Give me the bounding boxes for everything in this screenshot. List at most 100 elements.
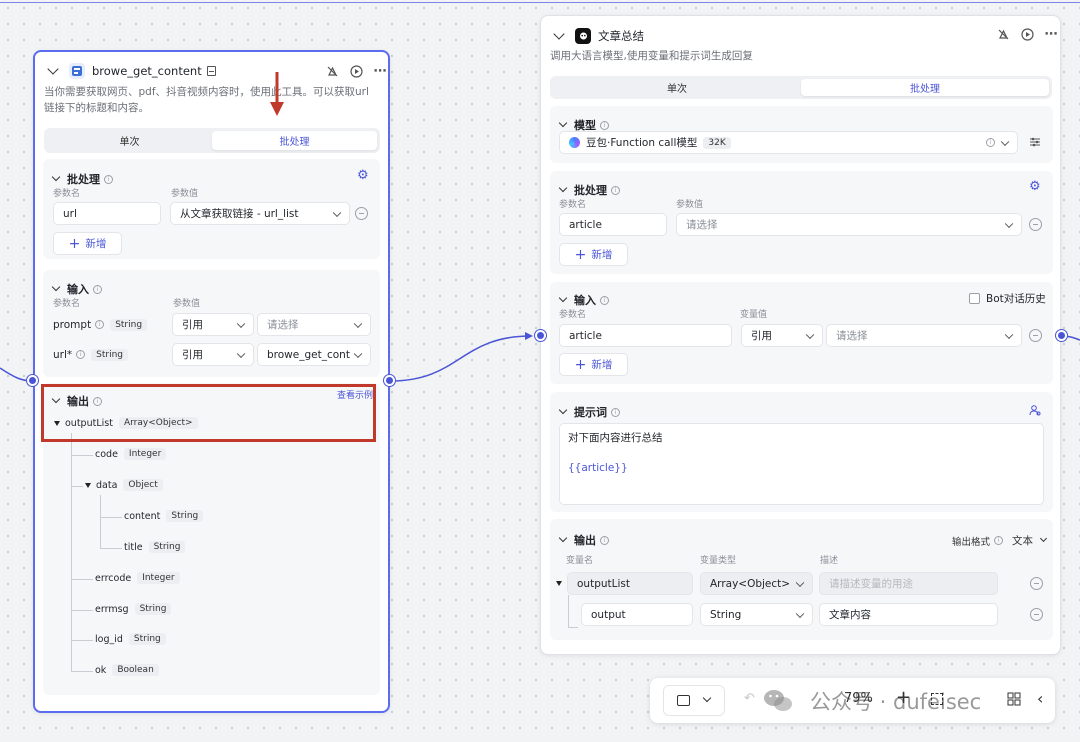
tree-item-content: content String xyxy=(124,510,204,522)
remove-icon[interactable] xyxy=(1029,218,1042,231)
collapse-chevron-icon[interactable] xyxy=(558,405,568,415)
tree-item-errcode: errcode Integer xyxy=(95,572,180,584)
zoom-level[interactable]: 79% xyxy=(844,691,873,706)
collapse-chevron-icon[interactable] xyxy=(558,183,568,193)
chevron-down-icon xyxy=(332,208,342,217)
llm-icon xyxy=(575,28,591,44)
tab-single[interactable]: 单次 xyxy=(553,79,801,96)
add-button[interactable]: + 新增 xyxy=(53,232,122,255)
input-section: 输入 i 参数名 参数值 prompt i String 引用 请选择 url* i S… xyxy=(43,270,380,377)
more-icon[interactable]: ⋯ xyxy=(373,64,387,79)
input-param-url: url* i String xyxy=(53,343,128,366)
ref-mode-select[interactable]: 引用 xyxy=(172,343,254,366)
plugin-icon xyxy=(69,63,85,79)
output-name-input[interactable]: output xyxy=(581,603,693,626)
collapse-toolbar-icon[interactable]: ‹ xyxy=(1037,689,1043,708)
output-format-select[interactable]: 输出格式 i 文本 xyxy=(952,533,1048,548)
output-desc-input[interactable]: 文章内容 xyxy=(819,603,998,626)
checkbox-icon[interactable] xyxy=(969,293,980,304)
tab-batch[interactable]: 批处理 xyxy=(801,79,1049,96)
output-port-handle[interactable] xyxy=(1056,330,1067,341)
run-icon[interactable] xyxy=(349,64,363,78)
remove-icon[interactable] xyxy=(1029,329,1042,342)
collapse-chevron-icon[interactable] xyxy=(558,533,568,543)
settings-gear-icon[interactable]: ⚙ xyxy=(357,168,369,183)
ref-mode-select[interactable]: 引用 xyxy=(741,324,823,347)
canvas-toolbar: ↶ 公众号 · dufeisec 79% + ‹ xyxy=(650,678,1055,723)
value-select[interactable]: browe_get_cont xyxy=(257,343,371,366)
select-value: 从文章获取链接 - url_list xyxy=(180,208,299,220)
fit-view-icon[interactable] xyxy=(931,693,943,705)
output-name-input[interactable]: outputList xyxy=(567,572,693,595)
remove-icon[interactable] xyxy=(1030,577,1043,590)
prompt-text: 对下面内容进行总结 xyxy=(568,432,663,444)
output-desc-input[interactable]: 请描述变量的用途 xyxy=(819,572,998,595)
remove-icon[interactable] xyxy=(355,207,368,220)
prompt-library-icon[interactable] xyxy=(1029,404,1041,419)
ref-mode-select[interactable]: 引用 xyxy=(172,313,254,336)
add-button[interactable]: + 新增 xyxy=(559,243,628,266)
tab-single[interactable]: 单次 xyxy=(47,131,212,150)
tree-line xyxy=(71,640,93,641)
param-name-input[interactable]: article xyxy=(559,213,667,236)
remove-icon[interactable] xyxy=(1030,608,1043,621)
info-icon: i xyxy=(611,185,620,195)
prompt-section: 提示词 i 对下面内容进行总结 {{article}} xyxy=(550,392,1053,512)
undo-icon[interactable]: ↶ xyxy=(744,691,755,706)
zoom-in-icon[interactable]: + xyxy=(896,687,911,708)
add-button[interactable]: + 新增 xyxy=(559,353,628,376)
plus-icon: + xyxy=(574,246,587,263)
type-tag: String xyxy=(166,510,204,522)
collapse-chevron-icon[interactable] xyxy=(51,172,61,182)
param-value-select[interactable]: 从文章获取链接 - url_list xyxy=(170,202,350,225)
output-port-handle[interactable] xyxy=(384,375,395,386)
collapse-chevron-icon[interactable] xyxy=(47,63,59,75)
info-icon: i xyxy=(600,535,609,545)
debug-off-icon[interactable] xyxy=(325,64,339,78)
input-port-handle[interactable] xyxy=(27,375,38,386)
expand-triangle-icon[interactable] xyxy=(85,482,91,488)
collapse-chevron-icon[interactable] xyxy=(558,293,568,303)
layout-mode-button[interactable] xyxy=(663,685,725,716)
minimap-icon[interactable] xyxy=(1007,692,1021,709)
param-label: prompt xyxy=(53,318,92,331)
node-description: 当你需要获取网页、pdf、抖音视频内容时，使用此工具。可以获取url链接下的标题… xyxy=(44,86,369,114)
node-article-summary[interactable]: 文章总结 ⋯ 调用大语言模型,使用变量和提示词生成回复 单次 批处理 模型 i … xyxy=(540,15,1061,655)
select-placeholder: 请选择 xyxy=(686,219,718,231)
param-value-select[interactable]: 请选择 xyxy=(676,213,1022,236)
value-select[interactable]: 请选择 xyxy=(826,324,1022,347)
tab-batch[interactable]: 批处理 xyxy=(212,131,377,150)
more-icon[interactable]: ⋯ xyxy=(1044,27,1058,42)
collapse-chevron-icon[interactable] xyxy=(558,118,568,128)
expand-triangle-icon[interactable] xyxy=(556,581,562,586)
param-name-input[interactable]: url xyxy=(53,202,161,225)
prompt-editor[interactable]: 对下面内容进行总结 {{article}} xyxy=(559,423,1044,505)
value-select[interactable]: 请选择 xyxy=(257,313,371,336)
debug-off-icon[interactable] xyxy=(996,27,1010,41)
settings-gear-icon[interactable]: ⚙ xyxy=(1029,179,1041,194)
column-header: 变量值 xyxy=(740,310,768,320)
tree-item-errmsg: errmsg String xyxy=(95,603,172,615)
param-name-input[interactable]: article xyxy=(559,324,732,347)
input-port-handle[interactable] xyxy=(535,330,546,341)
output-type-select[interactable]: String xyxy=(700,603,813,626)
doc-icon[interactable] xyxy=(206,66,216,76)
collapse-chevron-icon[interactable] xyxy=(553,28,565,40)
batch-section: 批处理 i ⚙ 参数名 参数值 article 请选择 + 新增 xyxy=(550,171,1053,274)
output-type-select[interactable]: Array<Object> xyxy=(700,572,813,595)
add-label: 新增 xyxy=(591,249,613,261)
plus-icon: + xyxy=(68,235,81,252)
model-select[interactable]: 豆包·Function call模型 32K i xyxy=(559,131,1018,154)
tree-item-data[interactable]: data Object xyxy=(85,479,163,491)
section-title: 输入 xyxy=(574,294,596,307)
select-value: 引用 xyxy=(751,330,772,342)
run-icon[interactable] xyxy=(1020,27,1034,41)
chevron-down-icon xyxy=(1004,219,1014,228)
bot-history-checkbox[interactable]: Bot对话历史 xyxy=(969,291,1046,306)
collapse-chevron-icon[interactable] xyxy=(51,282,61,292)
select-value: String xyxy=(710,608,742,621)
info-icon: i xyxy=(104,174,113,184)
node-browe-get-content[interactable]: browe_get_content ⋯ 当你需要获取网页、pdf、抖音视频内容时… xyxy=(33,50,390,713)
type-tag: Integer xyxy=(137,572,180,584)
model-settings-icon[interactable] xyxy=(1029,136,1041,148)
